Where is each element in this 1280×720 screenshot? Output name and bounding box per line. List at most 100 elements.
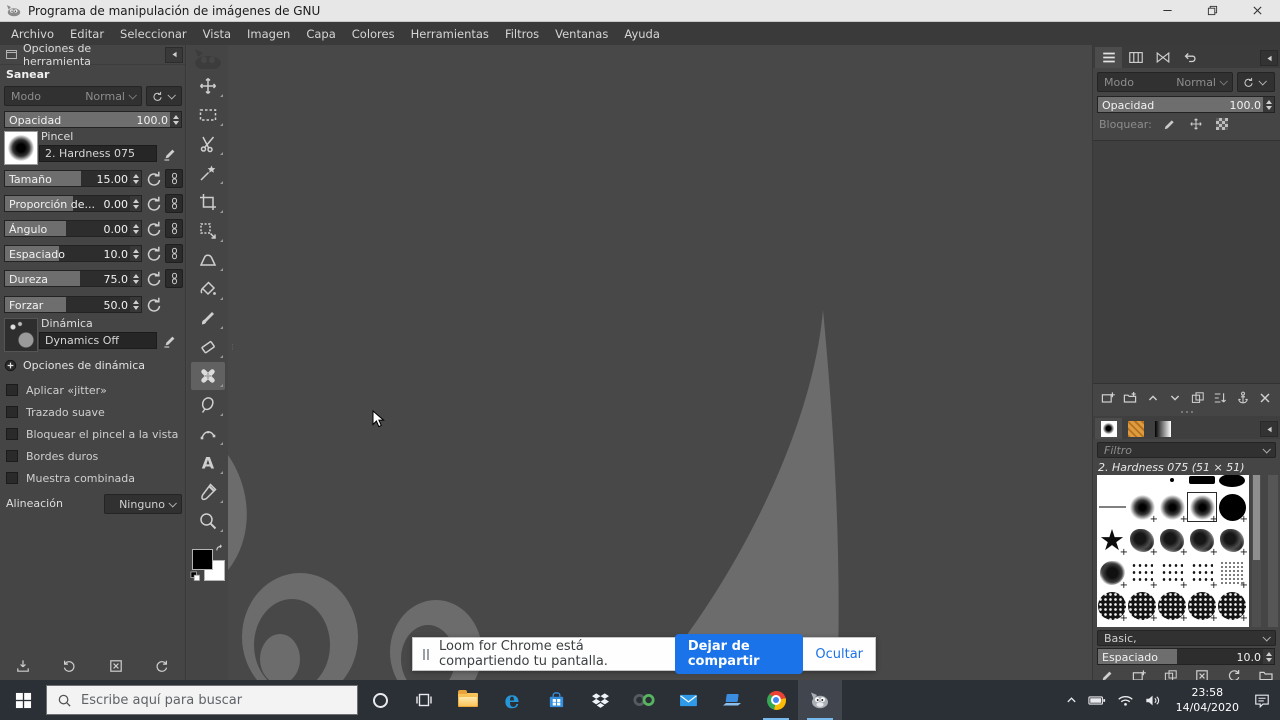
brush-swatch-ball[interactable] — [1157, 591, 1188, 624]
action-center-icon[interactable] — [1254, 693, 1270, 708]
brush-swatch-soft[interactable] — [1157, 492, 1188, 525]
menu-vista[interactable]: Vista — [195, 23, 239, 45]
layer-opacity-slider[interactable]: Opacidad 100.0 — [1097, 96, 1275, 113]
heal-tool[interactable] — [190, 362, 225, 390]
proporcion-de-slider-spinner[interactable] — [130, 196, 141, 211]
dynamics-name-entry[interactable]: Dynamics Off — [39, 332, 157, 349]
tool-options-header[interactable]: Opciones de herramienta — [0, 42, 185, 68]
swap-colors-icon[interactable] — [215, 544, 226, 555]
rectangle-select-tool[interactable] — [191, 101, 225, 129]
menu-colores[interactable]: Colores — [344, 23, 403, 45]
menu-herramientas[interactable]: Herramientas — [403, 23, 497, 45]
layer-mode-reset-button[interactable] — [1237, 72, 1275, 92]
dynamics-thumbnail[interactable] — [4, 318, 38, 352]
brush-swatch-ball[interactable] — [1127, 591, 1158, 624]
raise-layer-button[interactable] — [1143, 388, 1163, 408]
restore-tool-preset-button[interactable] — [57, 656, 81, 676]
taskbar-app-loom[interactable] — [622, 680, 666, 720]
taskbar-app-mail[interactable] — [666, 680, 710, 720]
minimize-button[interactable] — [1145, 0, 1190, 21]
anchor-layer-button[interactable] — [1233, 388, 1253, 408]
reset-dureza-button[interactable] — [144, 269, 164, 289]
checkbox-bloquear-el-pincel-a-la-vista[interactable]: Bloquear el pincel a la vista — [4, 423, 183, 445]
collapse-panel-button[interactable] — [165, 46, 183, 63]
espaciado-slider[interactable]: Espaciado 10.0 — [4, 245, 142, 262]
reset-angulo-button[interactable] — [144, 219, 164, 239]
battery-icon[interactable] — [1087, 695, 1106, 706]
merge-layer-button[interactable] — [1210, 388, 1230, 408]
brush-swatch-chalk[interactable] — [1157, 525, 1188, 558]
menu-filtros[interactable]: Filtros — [497, 23, 547, 45]
taskbar-app-gimp[interactable] — [798, 680, 842, 720]
close-button[interactable] — [1235, 0, 1280, 21]
volume-icon[interactable] — [1145, 694, 1161, 707]
brush-swatch-speckle[interactable] — [1217, 558, 1248, 591]
hide-notification-button[interactable]: Ocultar — [815, 647, 863, 662]
taskbar-app-store[interactable] — [534, 680, 578, 720]
zoom-tool[interactable] — [191, 507, 225, 535]
reset-proporcion-de-button[interactable] — [144, 194, 164, 214]
foreground-color-swatch[interactable] — [192, 549, 213, 570]
stop-sharing-button[interactable]: Dejar de compartir — [674, 634, 804, 674]
link-espaciado-button[interactable] — [165, 244, 183, 263]
paintbrush-tool[interactable] — [191, 304, 225, 332]
brush-filter-input[interactable]: Filtro — [1097, 442, 1276, 458]
brush-swatch-ball[interactable] — [1187, 591, 1218, 624]
checkbox-trazado-suave[interactable]: Trazado suave — [4, 401, 183, 423]
taskbar-search-input[interactable]: Escribe aquí para buscar — [46, 685, 358, 715]
edit-brush-button[interactable] — [160, 144, 180, 164]
collapse-dock-button[interactable] — [1260, 421, 1278, 437]
brush-swatch-chalk[interactable] — [1217, 525, 1248, 558]
edit-dynamics-button[interactable] — [160, 331, 180, 351]
menu-capa[interactable]: Capa — [298, 23, 343, 45]
text-tool[interactable]: A — [191, 449, 225, 477]
color-picker-tool[interactable] — [191, 478, 225, 506]
taskbar-app-remote-desktop[interactable] — [710, 680, 754, 720]
collapse-dock-button[interactable] — [1260, 50, 1278, 66]
taskbar-app-file-explorer[interactable] — [446, 680, 490, 720]
unified-transform-tool[interactable] — [191, 217, 225, 245]
link-proporcion-de-button[interactable] — [165, 194, 183, 213]
proporcion-de-slider[interactable]: Proporción de... 0.00 — [4, 195, 142, 212]
default-colors-icon[interactable] — [190, 571, 201, 582]
brush-swatch-line[interactable] — [1097, 492, 1127, 522]
paths-tool[interactable] — [191, 420, 225, 448]
save-tool-preset-button[interactable] — [11, 656, 35, 676]
tray-expand-icon[interactable] — [1066, 695, 1077, 706]
brush-swatch-star[interactable] — [1097, 525, 1128, 558]
lock-pixels-icon[interactable] — [1162, 116, 1178, 132]
dynamics-options-expander[interactable]: Opciones de dinámica — [4, 359, 145, 372]
paint-mode-select[interactable]: Modo Normal — [4, 86, 142, 106]
bucket-fill-tool[interactable] — [191, 275, 225, 303]
lock-alpha-icon[interactable] — [1214, 116, 1230, 132]
smudge-tool[interactable] — [191, 391, 225, 419]
angulo-slider[interactable]: Ángulo 0.00 — [4, 220, 142, 237]
tab-channels[interactable] — [1122, 47, 1149, 68]
taskbar-app-edge[interactable]: e — [490, 680, 534, 720]
dock-separator-handle[interactable] — [1093, 411, 1280, 413]
delete-layer-button[interactable] — [1255, 388, 1275, 408]
brush-tag-select[interactable]: Basic, — [1097, 630, 1276, 646]
brush-swatch-dots[interactable] — [1187, 558, 1218, 591]
tab-undo-history[interactable] — [1176, 47, 1203, 68]
tamano-slider[interactable]: Tamaño 15.00 — [4, 170, 142, 187]
dureza-slider-spinner[interactable] — [130, 271, 141, 286]
menu-ventanas[interactable]: Ventanas — [547, 23, 616, 45]
taskbar-app-dropbox[interactable] — [578, 680, 622, 720]
opacity-slider-spinner[interactable] — [170, 112, 181, 127]
espaciado-slider-spinner[interactable] — [130, 246, 141, 261]
brush-grid-scrollbar[interactable] — [1252, 475, 1261, 627]
lower-layer-button[interactable] — [1165, 388, 1185, 408]
checkbox-bordes-duros[interactable]: Bordes duros — [4, 445, 183, 467]
layer-mode-select[interactable]: Modo Normal — [1097, 72, 1233, 92]
link-angulo-button[interactable] — [165, 219, 183, 238]
lock-position-icon[interactable] — [1188, 116, 1204, 132]
eraser-tool[interactable] — [191, 333, 225, 361]
brush-swatch-splat[interactable] — [1097, 558, 1128, 591]
start-button[interactable] — [0, 680, 46, 720]
taskbar-app-cortana[interactable] — [358, 680, 402, 720]
reset-forzar-button[interactable] — [144, 295, 164, 315]
tab-paths[interactable] — [1149, 47, 1176, 68]
dureza-slider[interactable]: Dureza 75.0 — [4, 270, 142, 287]
tab-brushes[interactable] — [1095, 418, 1122, 439]
